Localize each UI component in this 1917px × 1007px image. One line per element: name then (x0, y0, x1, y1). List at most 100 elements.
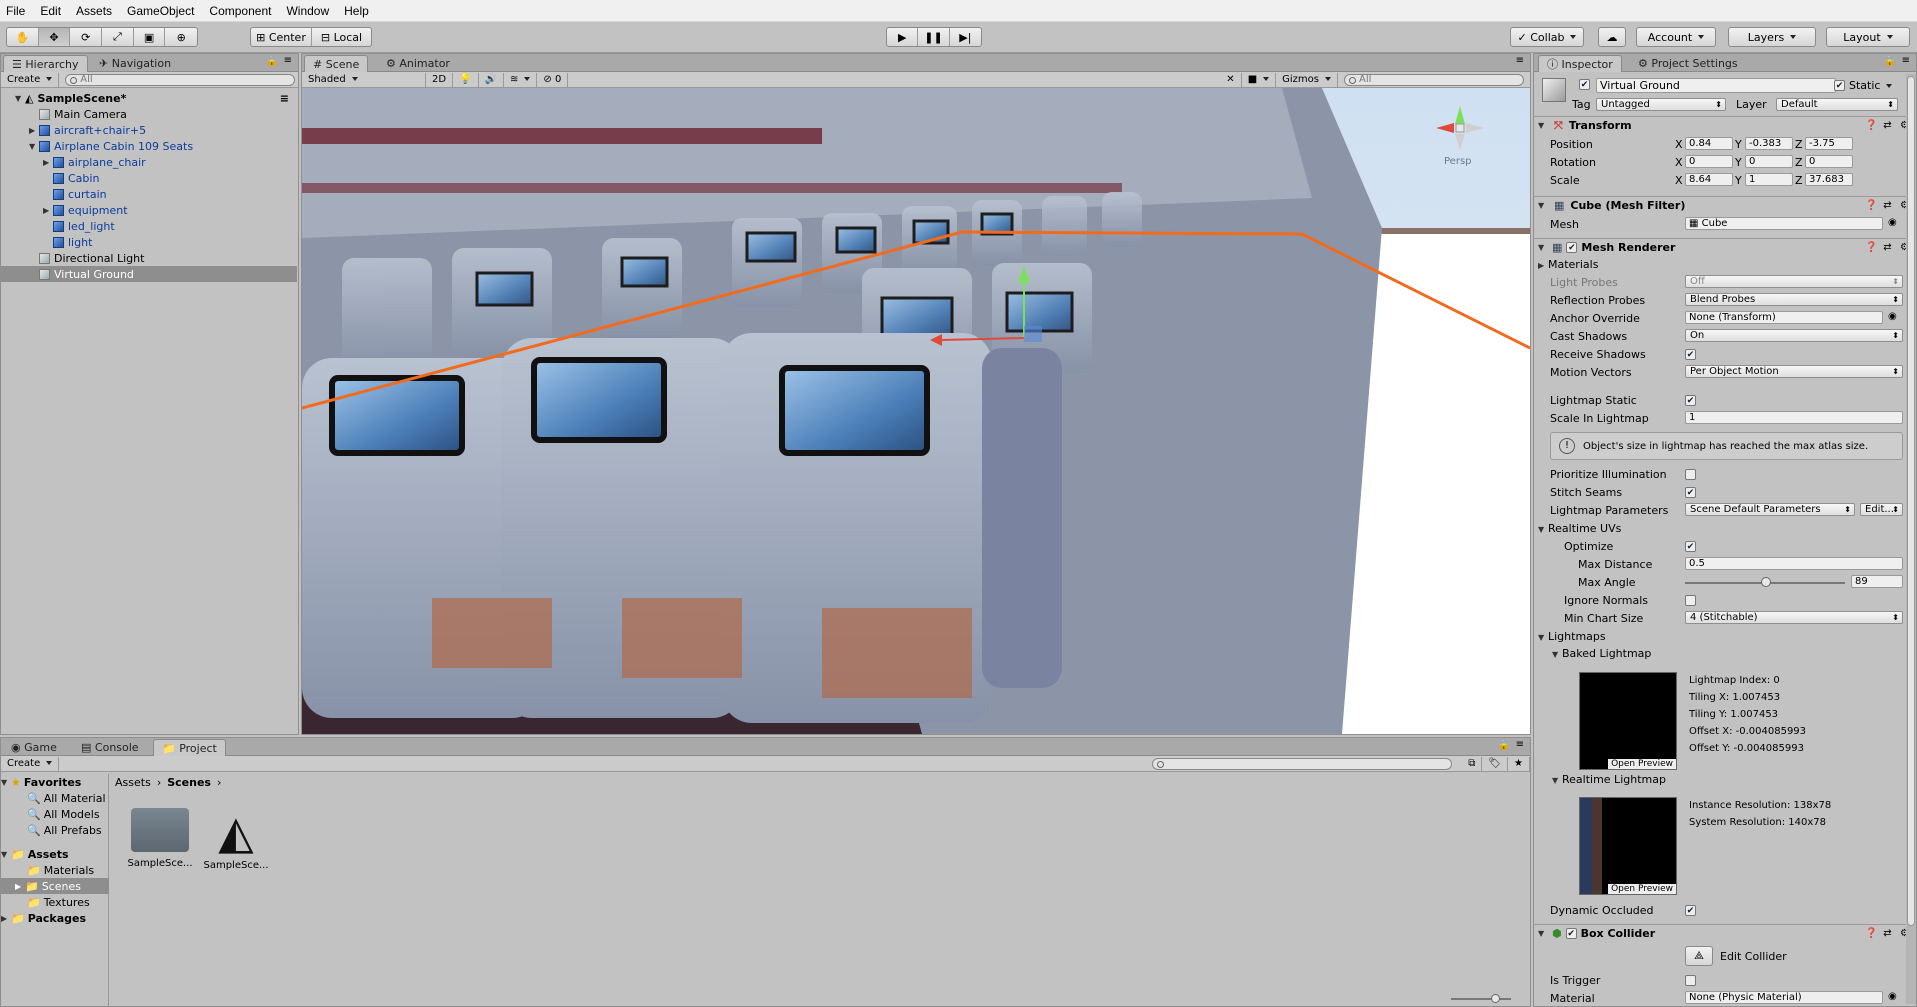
cast-shadows-dropdown[interactable]: On (1685, 329, 1903, 342)
axis-label-x[interactable]: X (1675, 138, 1683, 151)
mesh-renderer-enabled-checkbox[interactable] (1566, 242, 1578, 253)
account-dropdown[interactable]: Account (1636, 27, 1716, 47)
axis-label-z[interactable]: Z (1795, 156, 1803, 169)
move-tool-icon[interactable]: ✥ (38, 28, 71, 46)
collapse-arrow-icon[interactable]: ▼ (1, 778, 11, 787)
rotation-x-field[interactable]: 0 (1685, 155, 1733, 168)
collapse-arrow-icon[interactable]: ▼ (1538, 201, 1548, 210)
menu-file[interactable]: File (6, 4, 25, 18)
collab-button[interactable]: ✓ Collab (1510, 27, 1584, 47)
pause-icon[interactable]: ❚❚ (918, 28, 950, 46)
menu-component[interactable]: Component (209, 4, 271, 18)
expand-arrow-icon[interactable]: ▼ (29, 142, 39, 151)
mesh-filter-header[interactable]: ▼ ▦ Cube (Mesh Filter) ❓ ⇄ ⚙ (1534, 196, 1916, 214)
receive-shadows-checkbox[interactable] (1685, 349, 1696, 360)
axis-label-y[interactable]: Y (1735, 138, 1742, 151)
favorites-row[interactable]: ▼ ★ Favorites (1, 774, 109, 790)
scale-z-field[interactable]: 37.683 (1805, 173, 1853, 186)
orientation-gizmo[interactable]: Persp (1430, 98, 1490, 168)
asset-item-folder[interactable]: SampleSce... (125, 808, 195, 869)
object-name-field[interactable]: Virtual Ground (1596, 78, 1836, 93)
tools-icon[interactable]: ✕ (1220, 72, 1242, 87)
axis-label-z[interactable]: Z (1795, 174, 1803, 187)
pivot-center-button[interactable]: ⊞ Center (251, 28, 312, 46)
assets-folder-row[interactable]: ▼ 📁 Assets (1, 846, 109, 862)
object-picker-icon[interactable]: ◉ (1888, 991, 1897, 1002)
lightmap-static-checkbox[interactable] (1685, 395, 1696, 406)
filter-label-icon[interactable]: 🏷 (1482, 756, 1509, 771)
lock-icon[interactable]: 🔒 (1498, 740, 1510, 751)
hierarchy-item[interactable]: light (1, 234, 297, 250)
box-collider-enabled-checkbox[interactable] (1565, 928, 1577, 939)
folder-textures[interactable]: 📁 Textures (1, 894, 109, 910)
preset-icon[interactable]: ⇄ (1882, 200, 1893, 211)
tag-dropdown[interactable]: Untagged (1596, 98, 1726, 111)
tab-scene[interactable]: # Scene (304, 55, 369, 72)
menu-help[interactable]: Help (344, 4, 369, 18)
object-picker-icon[interactable]: ◉ (1888, 217, 1897, 228)
layer-dropdown[interactable]: Default (1776, 98, 1898, 111)
edit-parameters-button[interactable]: Edit... (1860, 503, 1903, 516)
collapse-arrow-icon[interactable]: ▼ (1538, 633, 1548, 642)
stitch-seams-checkbox[interactable] (1685, 487, 1696, 498)
axis-label-y[interactable]: Y (1735, 156, 1742, 169)
audio-toggle-icon[interactable]: 🔊 (479, 72, 504, 87)
expand-arrow-icon[interactable]: ▶ (29, 126, 39, 135)
optimize-checkbox[interactable] (1685, 541, 1696, 552)
is-trigger-checkbox[interactable] (1685, 975, 1696, 986)
transform-header[interactable]: ▼ ⤧ Transform ❓ ⇄ ⚙ (1534, 116, 1916, 134)
pivot-local-button[interactable]: ⊟ Local (312, 28, 371, 46)
menu-edit[interactable]: Edit (40, 4, 61, 18)
collapse-arrow-icon[interactable]: ▼ (1, 850, 11, 859)
menu-window[interactable]: Window (286, 4, 329, 18)
toggle-2d-button[interactable]: 2D (426, 72, 454, 87)
scene-search-input[interactable]: All (1344, 73, 1524, 86)
realtime-lightmap-foldout[interactable]: ▼ Realtime Lightmap (1552, 773, 1666, 786)
shading-mode-dropdown[interactable]: Shaded (302, 72, 426, 87)
lightmap-parameters-dropdown[interactable]: Scene Default Parameters (1685, 503, 1855, 516)
icon-size-slider-thumb[interactable] (1491, 994, 1500, 1003)
packages-folder-row[interactable]: ▶ 📁 Packages (1, 910, 109, 926)
materials-foldout[interactable]: ▶ Materials (1538, 258, 1598, 271)
hierarchy-item[interactable]: Main Camera (1, 106, 297, 122)
preset-icon[interactable]: ⇄ (1882, 928, 1893, 939)
scene-viewport[interactable]: Persp (302, 88, 1530, 734)
layers-dropdown[interactable]: Layers (1728, 27, 1816, 47)
open-preview-button[interactable]: Open Preview (1608, 884, 1676, 894)
help-book-icon[interactable]: ❓ (1865, 242, 1877, 253)
min-chart-size-dropdown[interactable]: 4 (Stitchable) (1685, 611, 1903, 624)
folder-scenes[interactable]: ▶ 📁 Scenes (1, 878, 109, 894)
rotation-z-field[interactable]: 0 (1805, 155, 1853, 168)
lightmaps-foldout[interactable]: ▼ Lightmaps (1538, 630, 1606, 643)
layout-dropdown[interactable]: Layout (1826, 27, 1910, 47)
hierarchy-item[interactable]: Cabin (1, 170, 297, 186)
tab-project-settings[interactable]: ⚙ Project Settings (1630, 55, 1746, 72)
scale-x-field[interactable]: 8.64 (1685, 173, 1733, 186)
expand-arrow-icon[interactable]: ▶ (43, 206, 53, 215)
projection-label[interactable]: Persp (1444, 156, 1472, 167)
prioritize-illumination-checkbox[interactable] (1685, 469, 1696, 480)
tab-navigation[interactable]: ✈ Navigation (91, 55, 179, 72)
tab-project[interactable]: 📁 Project (153, 739, 226, 756)
collapse-arrow-icon[interactable]: ▼ (1538, 243, 1548, 252)
collapse-arrow-icon[interactable]: ▼ (1538, 121, 1548, 130)
ignore-normals-checkbox[interactable] (1685, 595, 1696, 606)
axis-label-y[interactable]: Y (1735, 174, 1742, 187)
tab-hierarchy[interactable]: ☰ Hierarchy (3, 55, 88, 72)
play-icon[interactable]: ▶ (887, 28, 919, 46)
object-picker-icon[interactable]: ◉ (1888, 311, 1897, 322)
panel-menu-icon[interactable]: ≡ (284, 55, 292, 66)
rotation-y-field[interactable]: 0 (1745, 155, 1793, 168)
panel-menu-icon[interactable]: ≡ (1516, 55, 1524, 66)
hierarchy-item[interactable]: Directional Light (1, 250, 297, 266)
scene-root-row[interactable]: ▼ ◭ SampleScene* ≡ (1, 90, 297, 106)
filter-type-icon[interactable]: ⧉ (1462, 756, 1483, 771)
preset-icon[interactable]: ⇄ (1882, 120, 1893, 131)
project-create-dropdown[interactable]: Create (1, 756, 60, 771)
hierarchy-item[interactable]: curtain (1, 186, 297, 202)
mesh-renderer-header[interactable]: ▼ ▦ Mesh Renderer ❓⇄⚙ (1534, 238, 1916, 256)
collapse-arrow-icon[interactable]: ▼ (1538, 525, 1548, 534)
hidden-objects-toggle[interactable]: ⊘ 0 (537, 72, 569, 87)
max-angle-slider-thumb[interactable] (1761, 577, 1771, 587)
favorite-all-prefabs[interactable]: 🔍 All Prefabs (1, 822, 109, 838)
